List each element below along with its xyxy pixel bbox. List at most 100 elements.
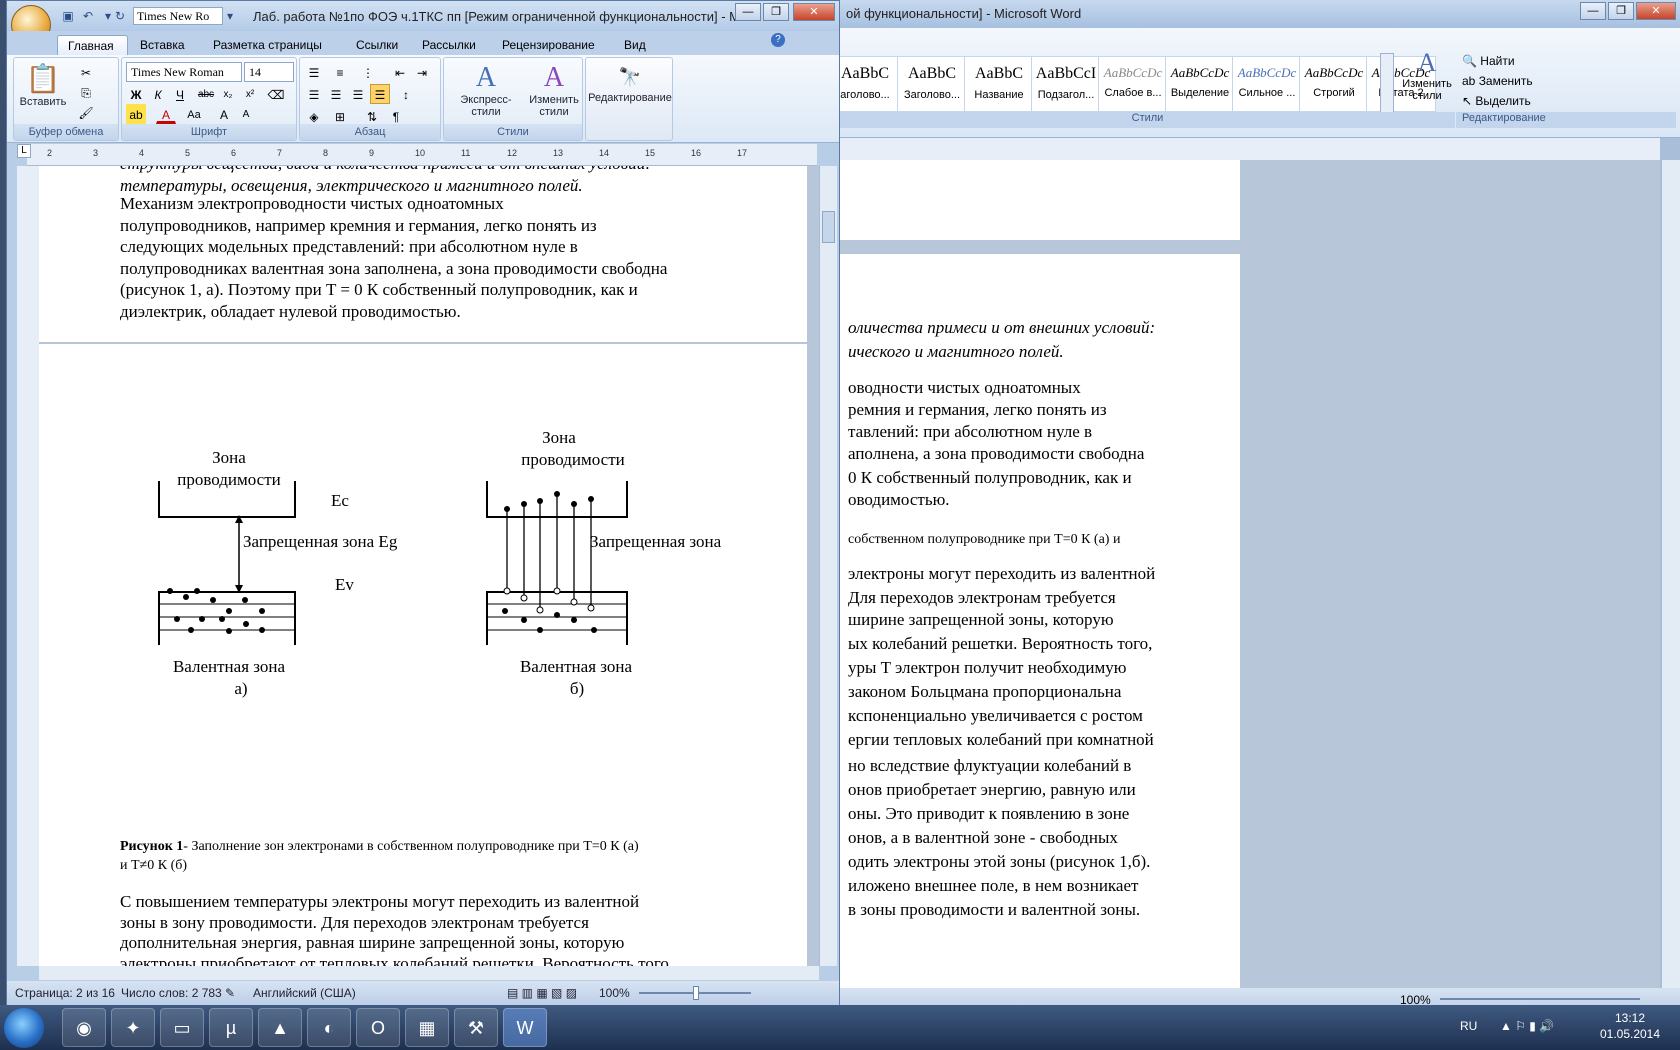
- tab-stop-selector[interactable]: L: [17, 144, 31, 158]
- tab-4[interactable]: Рассылки: [412, 35, 490, 55]
- justify-icon[interactable]: ☰: [370, 84, 390, 104]
- style-gallery-item[interactable]: AaBbCcDc Выделение: [1165, 56, 1235, 112]
- tab-1[interactable]: Вставка: [130, 35, 201, 55]
- view-buttons[interactable]: ▤ ▥ ▦ ▧ ▨: [507, 986, 577, 1000]
- bold-icon[interactable]: Ж: [126, 84, 146, 104]
- horizontal-ruler[interactable]: 2 3 4 5 6 7 8 9 10 11 12 13 14 15 16 17: [27, 144, 817, 166]
- font-name-combo[interactable]: Times New Roman: [126, 62, 242, 82]
- align-right-icon[interactable]: ☰: [348, 84, 368, 104]
- firefox-icon[interactable]: ◐: [307, 1008, 351, 1047]
- word-icon[interactable]: W: [503, 1008, 547, 1047]
- style-gallery-item[interactable]: AaBbCcDc Слабое в...: [1098, 56, 1168, 112]
- italic-icon[interactable]: К: [148, 84, 168, 104]
- quick-access-dropdown-icon[interactable]: ▾: [223, 9, 237, 23]
- daemon-icon[interactable]: ▲: [258, 1008, 302, 1047]
- help-icon[interactable]: ?: [771, 33, 785, 47]
- select-button[interactable]: ↖ Выделить: [1462, 94, 1531, 108]
- quick-font-combo[interactable]: Times New Ro: [133, 7, 223, 25]
- style-gallery-item[interactable]: AaBbCcI Подзагол...: [1031, 56, 1101, 112]
- scroll-thumb[interactable]: [822, 211, 835, 243]
- spellcheck-icon[interactable]: ✎: [225, 986, 235, 1000]
- tray-icons[interactable]: ▲ ⚐ ▮ 🔊: [1500, 1019, 1554, 1033]
- page-2: Зона проводимости Ec Запрещенная зона Eg…: [39, 344, 807, 966]
- style-gallery-item[interactable]: AaBbCcDc Строгий: [1299, 56, 1369, 112]
- language-indicator-tray[interactable]: RU: [1460, 1019, 1477, 1033]
- format-painter-icon[interactable]: 🖌: [76, 102, 96, 122]
- copy-icon[interactable]: ⎘: [76, 82, 96, 102]
- align-center-icon[interactable]: ☰: [326, 84, 346, 104]
- find-button[interactable]: 🔍 Найти: [1462, 54, 1515, 68]
- zoom-slider-thumb[interactable]: [693, 986, 699, 1000]
- tab-5[interactable]: Рецензирование: [492, 35, 612, 55]
- superscript-icon[interactable]: x²: [240, 84, 260, 104]
- style-gallery-item[interactable]: AaBbC Название: [964, 56, 1034, 112]
- opera-icon[interactable]: O: [356, 1008, 400, 1047]
- decrease-indent-icon[interactable]: ⇤: [390, 62, 410, 82]
- cut-icon[interactable]: ✂: [76, 62, 96, 82]
- editing-button[interactable]: 🔭 Редактирование: [588, 62, 672, 104]
- line-spacing-icon[interactable]: ↕: [396, 84, 416, 104]
- align-left-icon[interactable]: ☰: [304, 84, 324, 104]
- clock[interactable]: 13:12 01.05.2014: [1590, 1010, 1670, 1042]
- change-case-icon[interactable]: Aa: [184, 104, 204, 124]
- font-color-icon[interactable]: A: [156, 104, 176, 124]
- language-indicator[interactable]: Английский (США): [253, 986, 356, 1000]
- bg-zoom-slider[interactable]: [1440, 998, 1640, 1000]
- horizontal-scrollbar[interactable]: [39, 966, 819, 980]
- tab-3[interactable]: Ссылки: [346, 35, 410, 55]
- tab-2[interactable]: Разметка страницы: [203, 35, 344, 55]
- font-size-combo[interactable]: 14: [244, 62, 294, 82]
- chrome-icon[interactable]: ◉: [62, 1008, 106, 1047]
- replace-button[interactable]: ab Заменить: [1462, 74, 1533, 88]
- paste-button[interactable]: 📋 Вставить: [18, 62, 68, 108]
- highlight-icon[interactable]: ab: [126, 104, 146, 124]
- page-counter[interactable]: Страница: 2 из 16: [15, 986, 115, 1000]
- quick-styles-button[interactable]: A Экспресс-стили: [448, 62, 524, 118]
- redo-icon[interactable]: ↻: [113, 9, 127, 23]
- calendar-icon[interactable]: ▦: [405, 1008, 449, 1047]
- show-marks-icon[interactable]: ¶: [386, 106, 406, 126]
- style-sample: AaBbC: [841, 65, 889, 82]
- numbering-icon[interactable]: ≡: [330, 62, 350, 82]
- shrink-font-icon[interactable]: A: [236, 104, 256, 124]
- bg-change-styles-button[interactable]: A Изменить стили: [1397, 48, 1457, 102]
- grow-font-icon[interactable]: A: [214, 104, 234, 124]
- bg-close-button[interactable]: ✕: [1636, 2, 1676, 20]
- style-name: Выделение: [1170, 87, 1230, 99]
- bg-minimize-button[interactable]: —: [1580, 2, 1606, 20]
- shading-icon[interactable]: ◈: [304, 106, 324, 126]
- borders-icon[interactable]: ⊞: [330, 106, 350, 126]
- multilevel-list-icon[interactable]: ⋮: [358, 62, 378, 82]
- clear-format-icon[interactable]: ⌫: [266, 84, 286, 104]
- zoom-level[interactable]: 100%: [599, 986, 630, 1000]
- style-gallery-item[interactable]: AaBbC аголово...: [830, 56, 900, 112]
- sort-icon[interactable]: ⇅: [362, 106, 382, 126]
- strikethrough-icon[interactable]: abc: [196, 84, 216, 104]
- underline-icon[interactable]: Ч: [170, 84, 190, 104]
- utorrent-icon[interactable]: µ: [209, 1008, 253, 1047]
- vertical-scrollbar[interactable]: [819, 166, 837, 966]
- style-gallery-item[interactable]: AaBbCcDc Сильное ...: [1232, 56, 1302, 112]
- increase-indent-icon[interactable]: ⇥: [412, 62, 432, 82]
- close-button[interactable]: ✕: [793, 3, 835, 21]
- minimize-button[interactable]: —: [735, 3, 761, 21]
- styles-scroll[interactable]: [1380, 53, 1394, 113]
- word-count[interactable]: Число слов: 2 783: [121, 986, 222, 1000]
- bullets-icon[interactable]: ☰: [304, 62, 324, 82]
- background-ribbon: AaBbC аголово... AaBbC Заголово... AaBbC Назв…: [830, 28, 1680, 138]
- undo-icon[interactable]: ↶: [81, 9, 95, 23]
- tab-0[interactable]: Главная: [57, 35, 128, 55]
- style-gallery-item[interactable]: AaBbC Заголово...: [897, 56, 967, 112]
- start-button[interactable]: [4, 1008, 44, 1048]
- change-styles-button[interactable]: A Изменить стили: [526, 62, 582, 118]
- subscript-icon[interactable]: x₂: [218, 84, 238, 104]
- bg-maximize-button[interactable]: ❐: [1608, 2, 1634, 20]
- document-area[interactable]: структуры вещества, вида и количества пр…: [39, 166, 819, 966]
- tab-6[interactable]: Вид: [614, 35, 657, 55]
- bg-vertical-scrollbar[interactable]: [1662, 160, 1680, 990]
- maximize-button[interactable]: ❐: [763, 3, 789, 21]
- emblem-icon[interactable]: ✦: [111, 1008, 155, 1047]
- save-icon[interactable]: ▣: [61, 9, 75, 23]
- tools-icon[interactable]: ⚒: [454, 1008, 498, 1047]
- folder-icon[interactable]: ▭: [160, 1008, 204, 1047]
